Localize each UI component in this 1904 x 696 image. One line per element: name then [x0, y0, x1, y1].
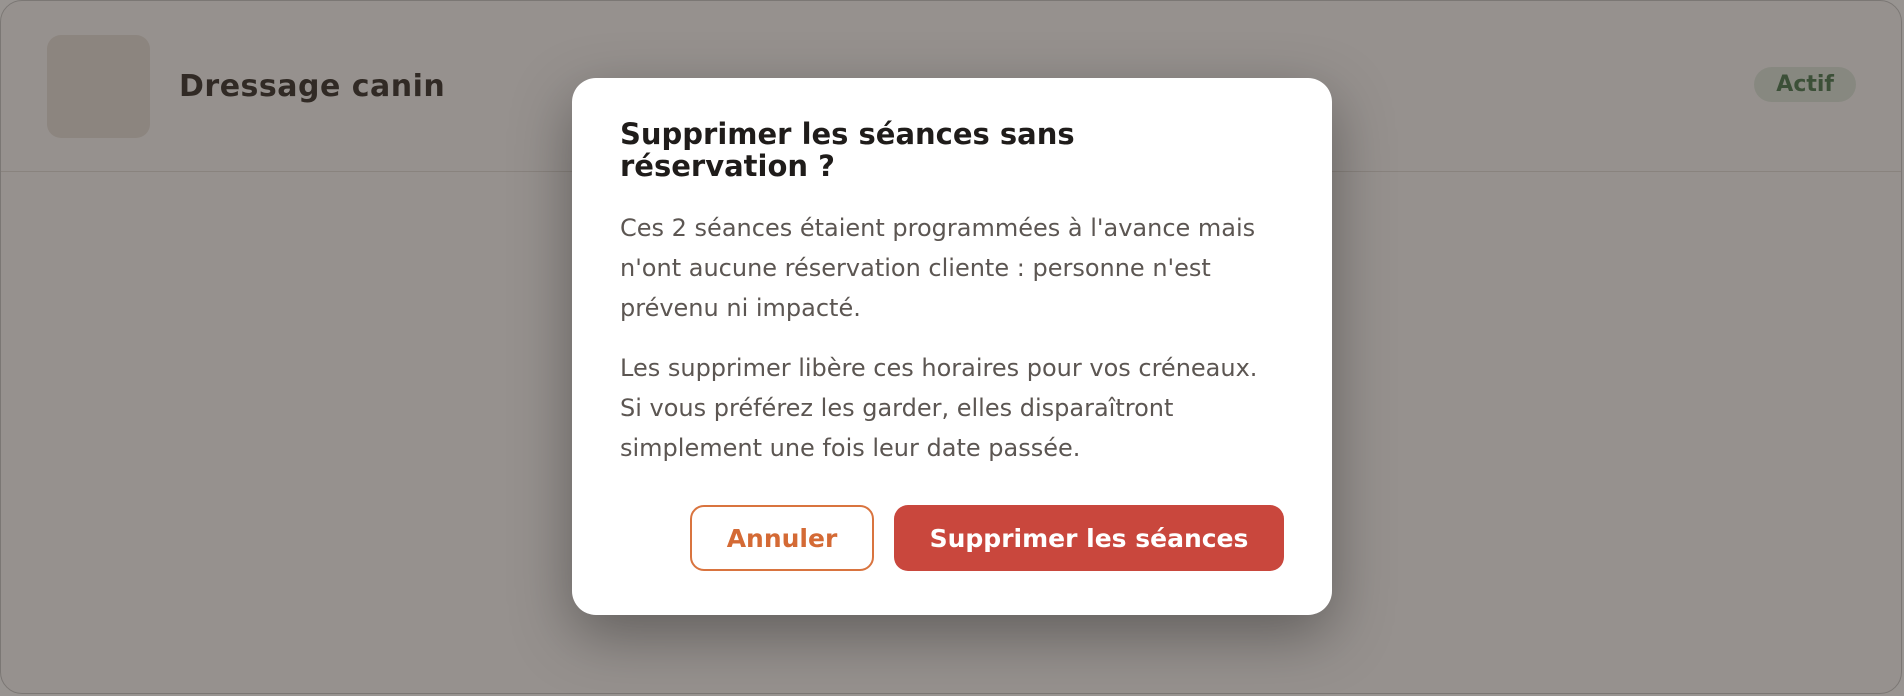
cancel-button[interactable]: Annuler	[690, 505, 874, 571]
delete-sessions-button[interactable]: Supprimer les séances	[894, 505, 1284, 571]
dialog-actions: Annuler Supprimer les séances	[690, 505, 1284, 571]
dialog-title: Supprimer les séances sans réservation ?	[620, 117, 1075, 183]
dialog-note: Les supprimer libère ces horaires pour v…	[620, 354, 1258, 462]
dialog-description: Ces 2 séances étaient programmées à l'av…	[620, 214, 1256, 322]
confirm-delete-dialog: Supprimer les séances sans réservation ?…	[572, 78, 1332, 615]
